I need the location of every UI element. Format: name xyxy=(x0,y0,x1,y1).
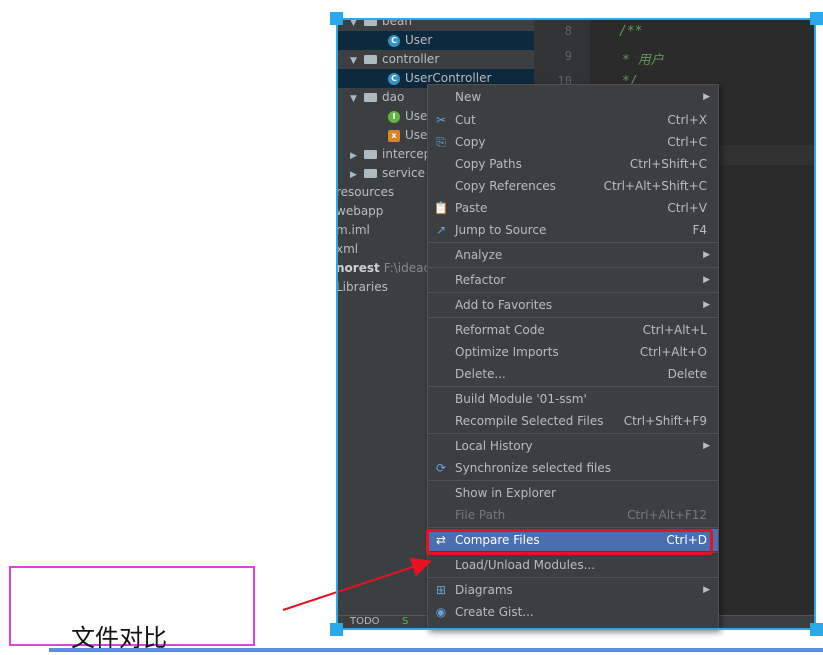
bottom-strip xyxy=(49,648,823,652)
resize-handle[interactable] xyxy=(330,12,343,25)
resize-handle[interactable] xyxy=(810,12,823,25)
annotation-note: 文件对比 xyxy=(9,566,255,652)
selection-frame xyxy=(336,18,816,630)
resize-handle[interactable] xyxy=(330,623,343,636)
resize-handle[interactable] xyxy=(810,623,823,636)
